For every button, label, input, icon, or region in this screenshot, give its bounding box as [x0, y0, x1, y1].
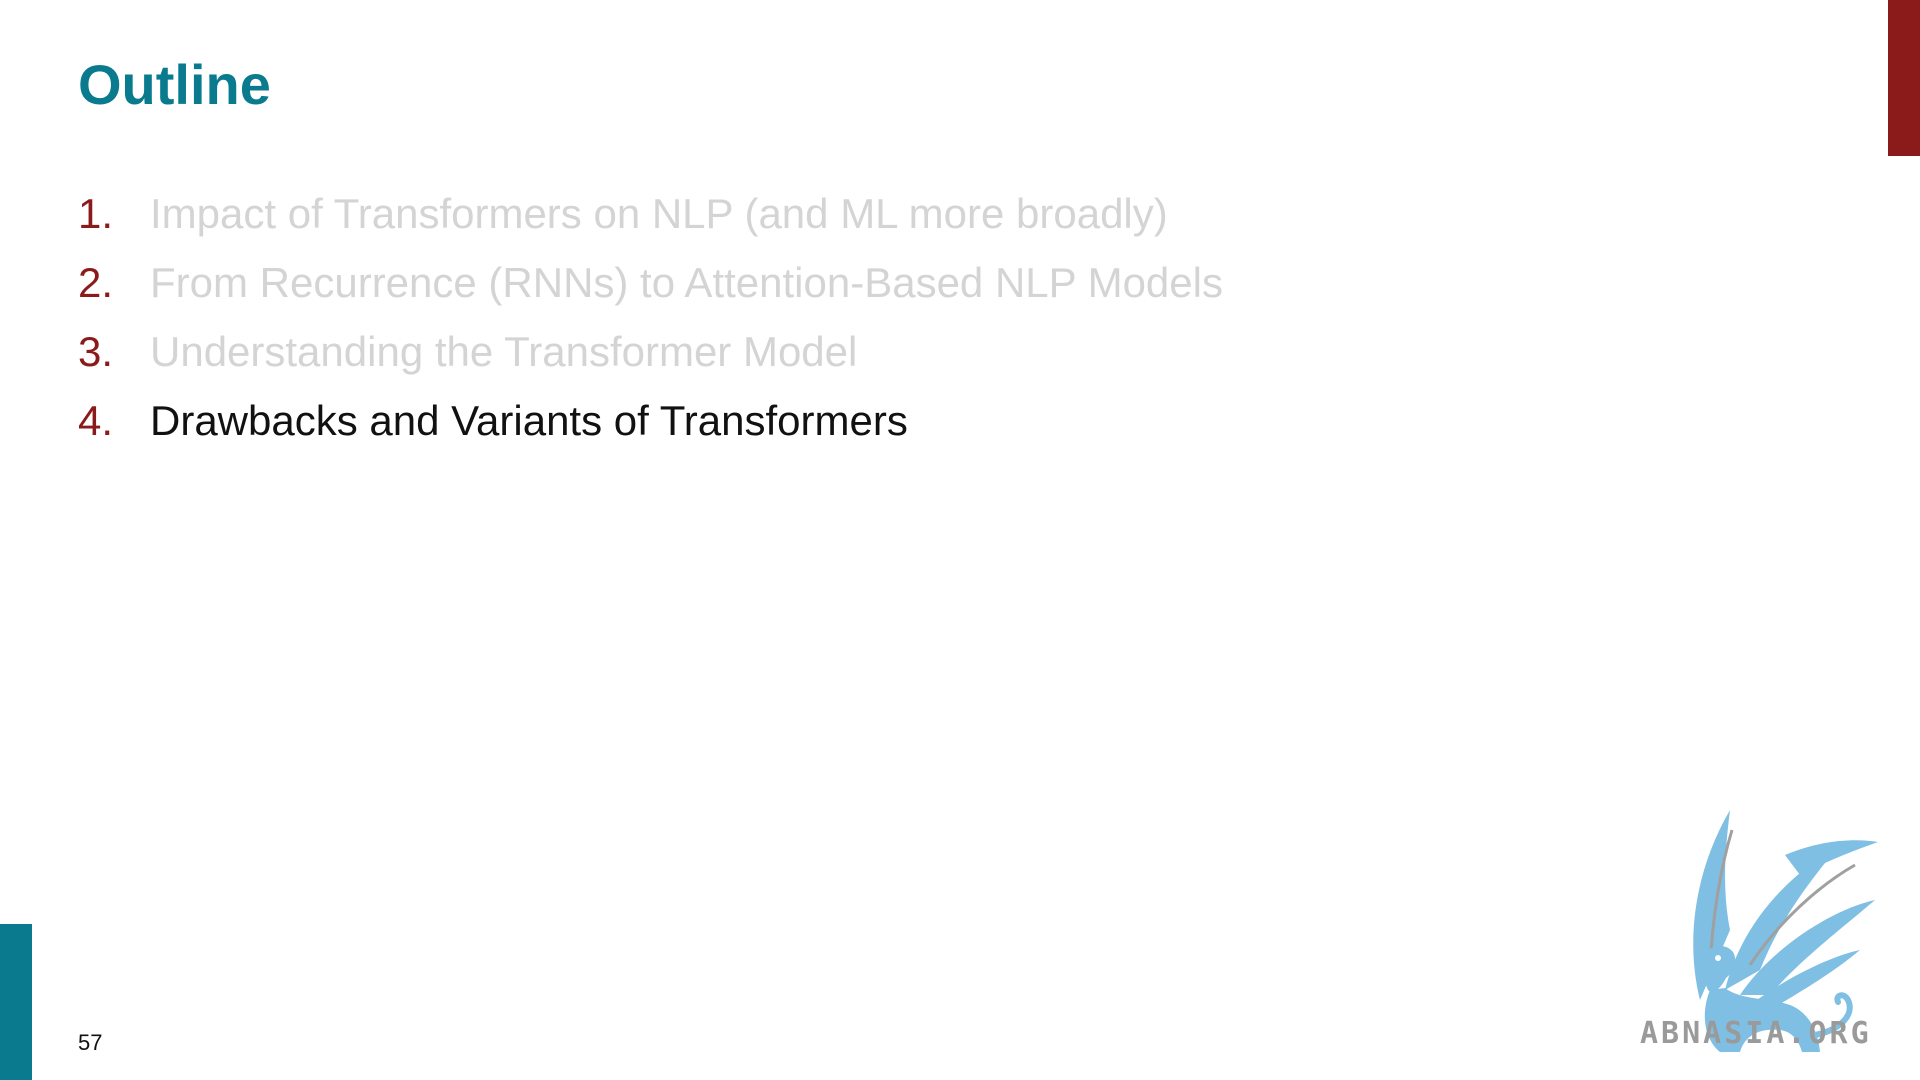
page-number: 57: [78, 1030, 103, 1055]
outline-item-text: Understanding the Transformer Model: [150, 328, 858, 375]
outline-item-3: 3. Understanding the Transformer Model: [78, 328, 1223, 397]
outline-item-number: 1.: [78, 190, 114, 237]
outline-item-2: 2. From Recurrence (RNNs) to Attention-B…: [78, 259, 1223, 328]
outline-item-number: 2.: [78, 259, 114, 306]
logo-wordmark: ABNASIA.ORG: [1640, 1016, 1872, 1051]
outline-item-text: From Recurrence (RNNs) to Attention-Base…: [150, 259, 1223, 306]
accent-bar-bottom-left: [0, 924, 32, 1080]
outline-item-number: 4.: [78, 397, 114, 444]
outline-item-1: 1. Impact of Transformers on NLP (and ML…: [78, 190, 1223, 259]
slide-title: Outline: [78, 53, 271, 116]
accent-bar-top-right: [1888, 0, 1920, 156]
outline-item-text: Impact of Transformers on NLP (and ML mo…: [150, 190, 1168, 237]
outline-item-text-active: Drawbacks and Variants of Transformers: [150, 397, 908, 444]
outline-list: 1. Impact of Transformers on NLP (and ML…: [78, 190, 1223, 466]
slide: Outline 1. Impact of Transformers on NLP…: [0, 0, 1920, 1080]
outline-item-4: 4. Drawbacks and Variants of Transformer…: [78, 397, 1223, 466]
outline-item-number: 3.: [78, 328, 114, 375]
